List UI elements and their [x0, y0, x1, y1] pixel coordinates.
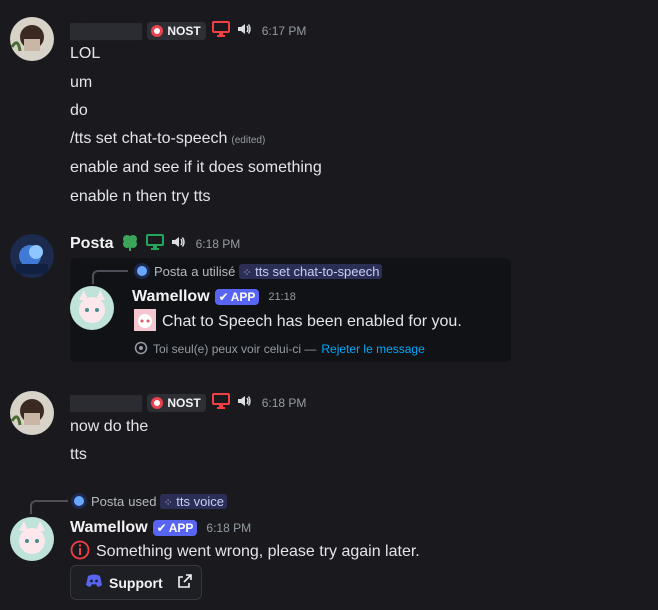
- message-text: /tts set chat-to-speech: [70, 130, 228, 147]
- avatar-posta[interactable]: [10, 234, 54, 278]
- message-header-1: ████████ NOST 6:17 PM: [70, 20, 307, 42]
- info-icon: [70, 540, 90, 565]
- discord-icon: [85, 574, 103, 591]
- reply-username: Posta: [91, 493, 125, 509]
- error-text: Something went wrong, please try again l…: [96, 543, 420, 560]
- speaker-icon: [236, 21, 252, 42]
- role-tag-label: NOST: [167, 24, 201, 38]
- message-header-3: ████████ NOST 6:18 PM: [70, 392, 307, 414]
- message-line: do: [70, 102, 88, 119]
- ephemeral-notice: Toi seul(e) peux voir celui-ci — Rejeter…: [134, 341, 425, 357]
- role-tag-label: NOST: [167, 396, 201, 410]
- slash-command-mention[interactable]: ⁘ tts set chat-to-speech: [239, 263, 383, 279]
- error-message-line: Something went wrong, please try again l…: [70, 540, 420, 565]
- nost-icon: [151, 397, 164, 409]
- speaker-icon: [170, 234, 186, 255]
- timestamp[interactable]: 21:18: [268, 291, 296, 303]
- reply-text: a utilisé: [191, 263, 236, 279]
- reply-connector: [30, 500, 68, 514]
- slash-command-mention[interactable]: ⁘ tts voice: [160, 493, 227, 509]
- support-button-label: Support: [109, 574, 163, 591]
- speaker-icon: [236, 393, 252, 414]
- username-hidden[interactable]: ████████: [70, 23, 142, 39]
- slash-command-icon: ⁘: [163, 496, 173, 509]
- bot-username[interactable]: Wamellow: [132, 288, 210, 306]
- desktop-icon: [211, 392, 230, 414]
- app-badge-label: APP: [168, 521, 194, 535]
- role-tag[interactable]: NOST: [147, 394, 206, 412]
- role-tag[interactable]: NOST: [147, 22, 206, 40]
- bot-username[interactable]: Wamellow: [70, 519, 148, 537]
- external-link-icon: [177, 573, 193, 592]
- app-badge-label: APP: [230, 290, 256, 304]
- avatar-user1[interactable]: [10, 17, 54, 61]
- message-line: tts: [70, 446, 87, 463]
- bot-message-line: Chat to Speech has been enabled for you.: [134, 308, 462, 336]
- timestamp[interactable]: 6:18 PM: [206, 521, 251, 535]
- message-line: um: [70, 74, 93, 91]
- avatar-wamellow[interactable]: [10, 517, 54, 561]
- avatar-user1[interactable]: [10, 391, 54, 435]
- bot-message-text: Chat to Speech has been enabled for you.: [162, 313, 462, 330]
- desktop-icon: [145, 233, 164, 255]
- bot-header-2: Wamellow ✔ APP 6:18 PM: [70, 518, 251, 538]
- reply-connector: [92, 270, 128, 284]
- desktop-icon: [211, 20, 230, 42]
- reply-preview[interactable]: Posta used ⁘ tts voice: [71, 492, 227, 510]
- slash-command-label: tts voice: [176, 493, 224, 509]
- timestamp[interactable]: 6:18 PM: [196, 237, 241, 251]
- avatar-small: [134, 263, 150, 279]
- slash-command-icon: ⁘: [242, 266, 252, 279]
- username[interactable]: Posta: [70, 235, 114, 253]
- timestamp[interactable]: 6:18 PM: [262, 396, 307, 410]
- verified-check-icon: ✔: [156, 521, 167, 535]
- message-header-2: Posta 6:18 PM: [70, 233, 241, 256]
- message-line: enable and see if it does something: [70, 159, 322, 176]
- clover-icon: [120, 233, 140, 256]
- app-badge: ✔ APP: [152, 520, 198, 536]
- timestamp[interactable]: 6:17 PM: [262, 24, 307, 38]
- message-line: enable n then try tts: [70, 188, 211, 205]
- message-line: LOL: [70, 45, 101, 62]
- dismiss-message-link[interactable]: Rejeter le message: [321, 342, 424, 356]
- username-hidden[interactable]: ████████: [70, 395, 142, 411]
- emoji-icon: [134, 308, 156, 336]
- avatar-wamellow[interactable]: [70, 286, 114, 330]
- app-badge: ✔ APP: [214, 289, 260, 305]
- ephemeral-note: Toi seul(e) peux voir celui-ci —: [153, 342, 317, 356]
- slash-command-label: tts set chat-to-speech: [255, 263, 380, 279]
- reply-username: Posta: [154, 263, 188, 279]
- reply-preview[interactable]: Posta a utilisé ⁘ tts set chat-to-speech: [134, 262, 383, 280]
- eye-icon: [134, 341, 148, 358]
- verified-check-icon: ✔: [218, 290, 229, 304]
- bot-header-1: Wamellow ✔ APP 21:18: [132, 287, 296, 307]
- support-button[interactable]: Support: [70, 565, 202, 600]
- message-line: now do the: [70, 418, 149, 435]
- nost-icon: [151, 25, 164, 37]
- message-line-edited: /tts set chat-to-speech (edited): [70, 130, 265, 148]
- edited-label: (edited): [231, 135, 266, 146]
- reply-text: used: [128, 493, 157, 509]
- avatar-small: [71, 493, 87, 509]
